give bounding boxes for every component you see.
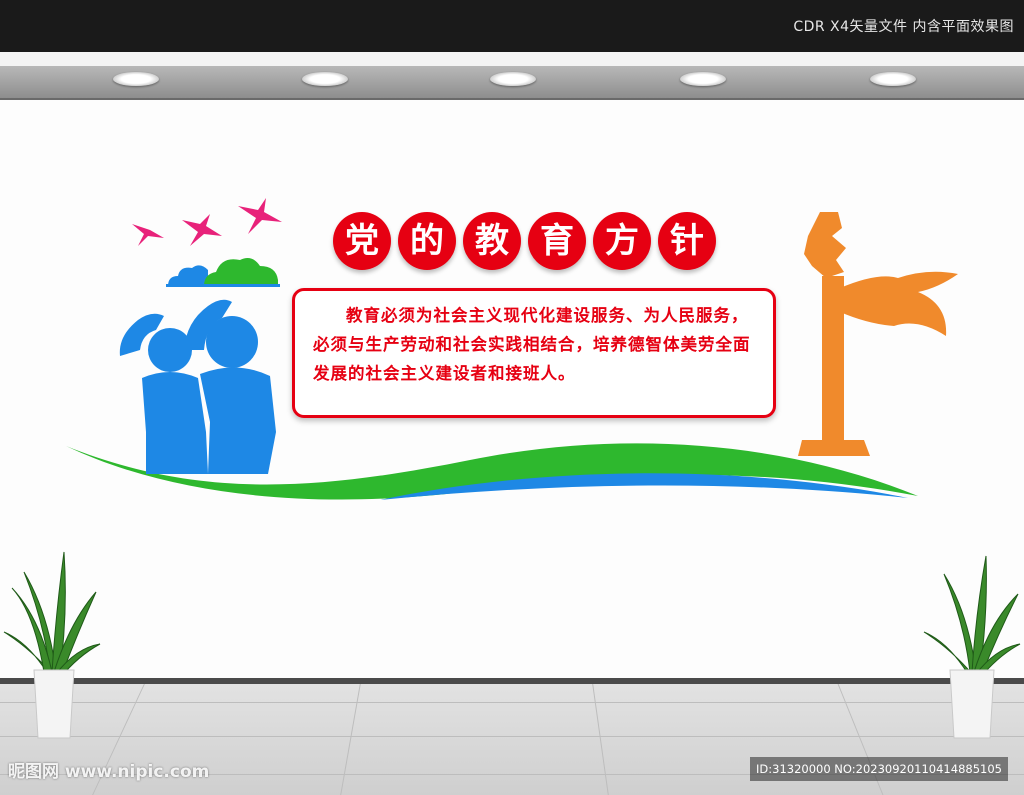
bird-icon [182,214,222,246]
title-char: 的 [398,212,456,270]
bird-icon [238,198,282,234]
title-char: 方 [593,212,651,270]
bird-icon [132,224,164,246]
watermark-site: 昵图网 www.nipic.com [8,762,210,782]
huabiao-pillar-icon [798,212,958,456]
title-char: 党 [333,212,391,270]
saluting-figures-icon [119,299,276,474]
potted-plant-icon [3,551,101,739]
cloud-icon [166,258,280,287]
policy-text: 教育必须为社会主义现代化建设服务、为人民服务，必须与生产劳动和社会实践相结合，培… [313,306,751,383]
watermark-id: ID:31320000 NO:20230920110414885105 [750,757,1008,781]
page-title: 党 的 教 育 方 针 [333,212,716,270]
title-char: 育 [528,212,586,270]
potted-plant-icon [923,555,1021,739]
policy-text-box: 教育必须为社会主义现代化建设服务、为人民服务，必须与生产劳动和社会实践相结合，培… [292,288,776,418]
title-char: 针 [658,212,716,270]
title-char: 教 [463,212,521,270]
